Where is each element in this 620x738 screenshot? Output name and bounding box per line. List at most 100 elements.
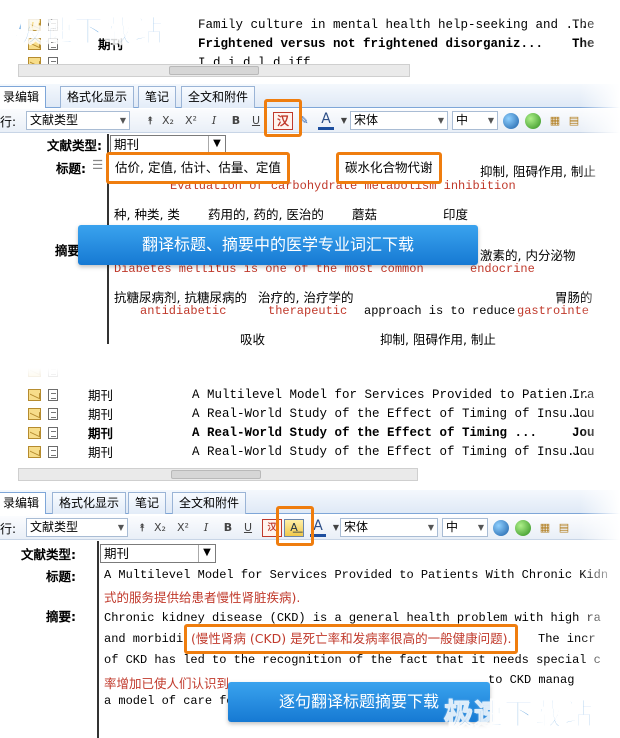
abstract-cn-line: 率增加已使人们认识到	[104, 676, 230, 691]
abstract-en-endocrine: endocrine	[470, 262, 535, 276]
gloss-carbohydrate-metabolism: 碳水化合物代谢	[336, 152, 442, 184]
watermark-logo: 极速下载站	[13, 14, 165, 49]
row-title: A Real-World Study of the Effect of Timi…	[192, 426, 538, 440]
highlight-translate-sentence-button	[276, 506, 314, 546]
subscript-icon[interactable]: X₂	[160, 112, 176, 129]
globe-icon[interactable]	[493, 520, 509, 536]
gloss-inhibition-2: 抑制, 阻碍作用, 制止	[380, 332, 496, 347]
row-journal: Ira	[572, 388, 595, 402]
row-type: 期刊	[88, 445, 114, 460]
field-selector[interactable]: 文献类型 ▼	[26, 111, 130, 130]
superscript-icon[interactable]: X²	[183, 112, 199, 129]
refresh-icon[interactable]	[525, 113, 541, 129]
globe-icon[interactable]	[503, 113, 519, 129]
italic-icon[interactable]: I	[206, 112, 222, 129]
field-selector[interactable]: 文献类型 ▼	[26, 518, 128, 537]
editor-tabs: 录编辑 格式化显示 笔记 全文和附件	[0, 84, 620, 108]
font-color-icon[interactable]: A	[318, 111, 334, 130]
document-icon	[48, 446, 58, 458]
abstract-line: and morbidit	[104, 632, 191, 646]
tab-edit[interactable]: 录编辑	[0, 492, 47, 514]
gloss-medicinal: 药用的, 药的, 医治的	[208, 207, 324, 222]
subscript-icon[interactable]: X₂	[152, 519, 168, 536]
row-title: A Real-World Study of the Effect of Timi…	[192, 407, 590, 421]
row-type: 期刊	[88, 426, 114, 441]
title-cn-translation: 式的服务提供给患者慢性肾脏疾病).	[104, 590, 301, 605]
abstract-label: 摘要:	[46, 609, 76, 624]
field-prefix-label: 行:	[0, 522, 17, 536]
bold-increase-icon[interactable]: ⯭	[142, 112, 158, 129]
doc-type-select[interactable]: 期刊 ▼	[100, 544, 216, 563]
italic-icon[interactable]: I	[198, 519, 214, 536]
row-journal: The	[572, 37, 595, 51]
table-row[interactable]: 期刊 A Multilevel Model for Services Provi…	[0, 386, 620, 405]
title-en: A Multilevel Model for Services Provided…	[104, 568, 609, 582]
highlight-translate-button	[264, 99, 302, 137]
table-row[interactable]: I d i d l d iff	[0, 54, 620, 64]
size-selector[interactable]: 中 ▼	[452, 111, 498, 130]
folder-icon[interactable]: ▤	[556, 519, 572, 536]
gloss-inhibition: 抑制, 阻碍作用, 制止	[480, 164, 596, 179]
folder-icon[interactable]: ▤	[566, 112, 582, 129]
panel-sentence-translation: 期刊 A Multilevel Model for Services Provi…	[0, 368, 620, 738]
bold-increase-icon[interactable]: ⯭	[134, 519, 150, 536]
chevron-down-icon: ▼	[117, 523, 124, 532]
size-selector[interactable]: 中 ▼	[442, 518, 488, 537]
font-selector-value: 宋体	[354, 113, 379, 127]
row-title: A Real-World Study of the Effect of Timi…	[192, 445, 590, 459]
tab-fulltext-attachments[interactable]: 全文和附件	[181, 86, 256, 108]
gloss-absorption: 吸收	[240, 332, 266, 347]
watermark-logo: 极速下载站	[443, 697, 595, 732]
horizontal-scrollbar[interactable]	[18, 64, 410, 77]
tab-notes[interactable]: 笔记	[128, 492, 167, 514]
envelope-icon	[28, 446, 41, 458]
refresh-icon[interactable]	[515, 520, 531, 536]
tab-formatted-view[interactable]: 格式化显示	[60, 86, 135, 108]
tab-edit[interactable]: 录编辑	[0, 86, 47, 108]
abstract-label: 摘要	[54, 243, 80, 258]
chevron-down-icon: ▼	[119, 116, 126, 125]
table-row[interactable]: 期刊 A Real-World Study of the Effect of T…	[0, 443, 620, 462]
bold-icon[interactable]: B	[220, 519, 236, 536]
table-row[interactable]: 期刊 A Real-World Study of the Effect of T…	[0, 424, 620, 443]
bold-icon[interactable]: B	[228, 112, 244, 129]
row-type: 期刊	[88, 407, 114, 422]
horizontal-scrollbar[interactable]	[18, 468, 418, 481]
underline-icon[interactable]: U	[248, 112, 264, 129]
table-row[interactable]: 期刊 A Real-World Study of the Effect of T…	[0, 405, 620, 424]
size-selector-value: 中	[456, 113, 469, 127]
field-selector-value: 文献类型	[30, 520, 79, 534]
abstract-en-antidiabetic: antidiabetic	[140, 304, 227, 318]
font-selector[interactable]: 宋体 ▼	[350, 111, 448, 130]
tab-fulltext-attachments[interactable]: 全文和附件	[172, 492, 247, 514]
envelope-icon	[28, 427, 41, 439]
editor-toolbar: 行: 文献类型 ▼ ⯭ X₂ X² I B U 汉 ✎ A ▼ 宋体 ▼ 中 ▼…	[0, 109, 620, 133]
table-row[interactable]	[0, 368, 620, 381]
font-selector[interactable]: 宋体 ▼	[340, 518, 438, 537]
row-journal: Jou	[572, 426, 595, 440]
title-label: 标题:	[56, 161, 86, 176]
underline-icon[interactable]: U	[240, 519, 256, 536]
gloss-india: 印度	[443, 207, 469, 222]
chevron-down-icon: ▼	[198, 545, 215, 562]
doc-type-value: 期刊	[104, 546, 130, 561]
scrollbar-thumb[interactable]	[169, 66, 259, 75]
insert-icon[interactable]: ▦	[547, 112, 563, 129]
document-icon	[48, 389, 58, 401]
abstract-line: a model of care fo	[104, 694, 234, 708]
tab-formatted-view[interactable]: 格式化显示	[52, 492, 127, 514]
insert-icon[interactable]: ▦	[537, 519, 553, 536]
list-icon: ☰	[92, 157, 104, 172]
document-icon	[48, 368, 58, 377]
row-title: Frightened versus not frightened disorga…	[198, 37, 544, 51]
document-icon	[48, 57, 58, 64]
doc-type-value: 期刊	[114, 137, 140, 152]
abstract-line: of CKD has led to the recognition of the…	[104, 653, 601, 667]
scrollbar-thumb[interactable]	[171, 470, 261, 479]
abstract-line: The incr	[538, 632, 596, 646]
font-selector-value: 宋体	[344, 520, 369, 534]
tab-notes[interactable]: 笔记	[138, 86, 177, 108]
doc-type-label: 文献类型:	[47, 138, 102, 153]
superscript-icon[interactable]: X²	[175, 519, 191, 536]
envelope-icon	[28, 389, 41, 401]
